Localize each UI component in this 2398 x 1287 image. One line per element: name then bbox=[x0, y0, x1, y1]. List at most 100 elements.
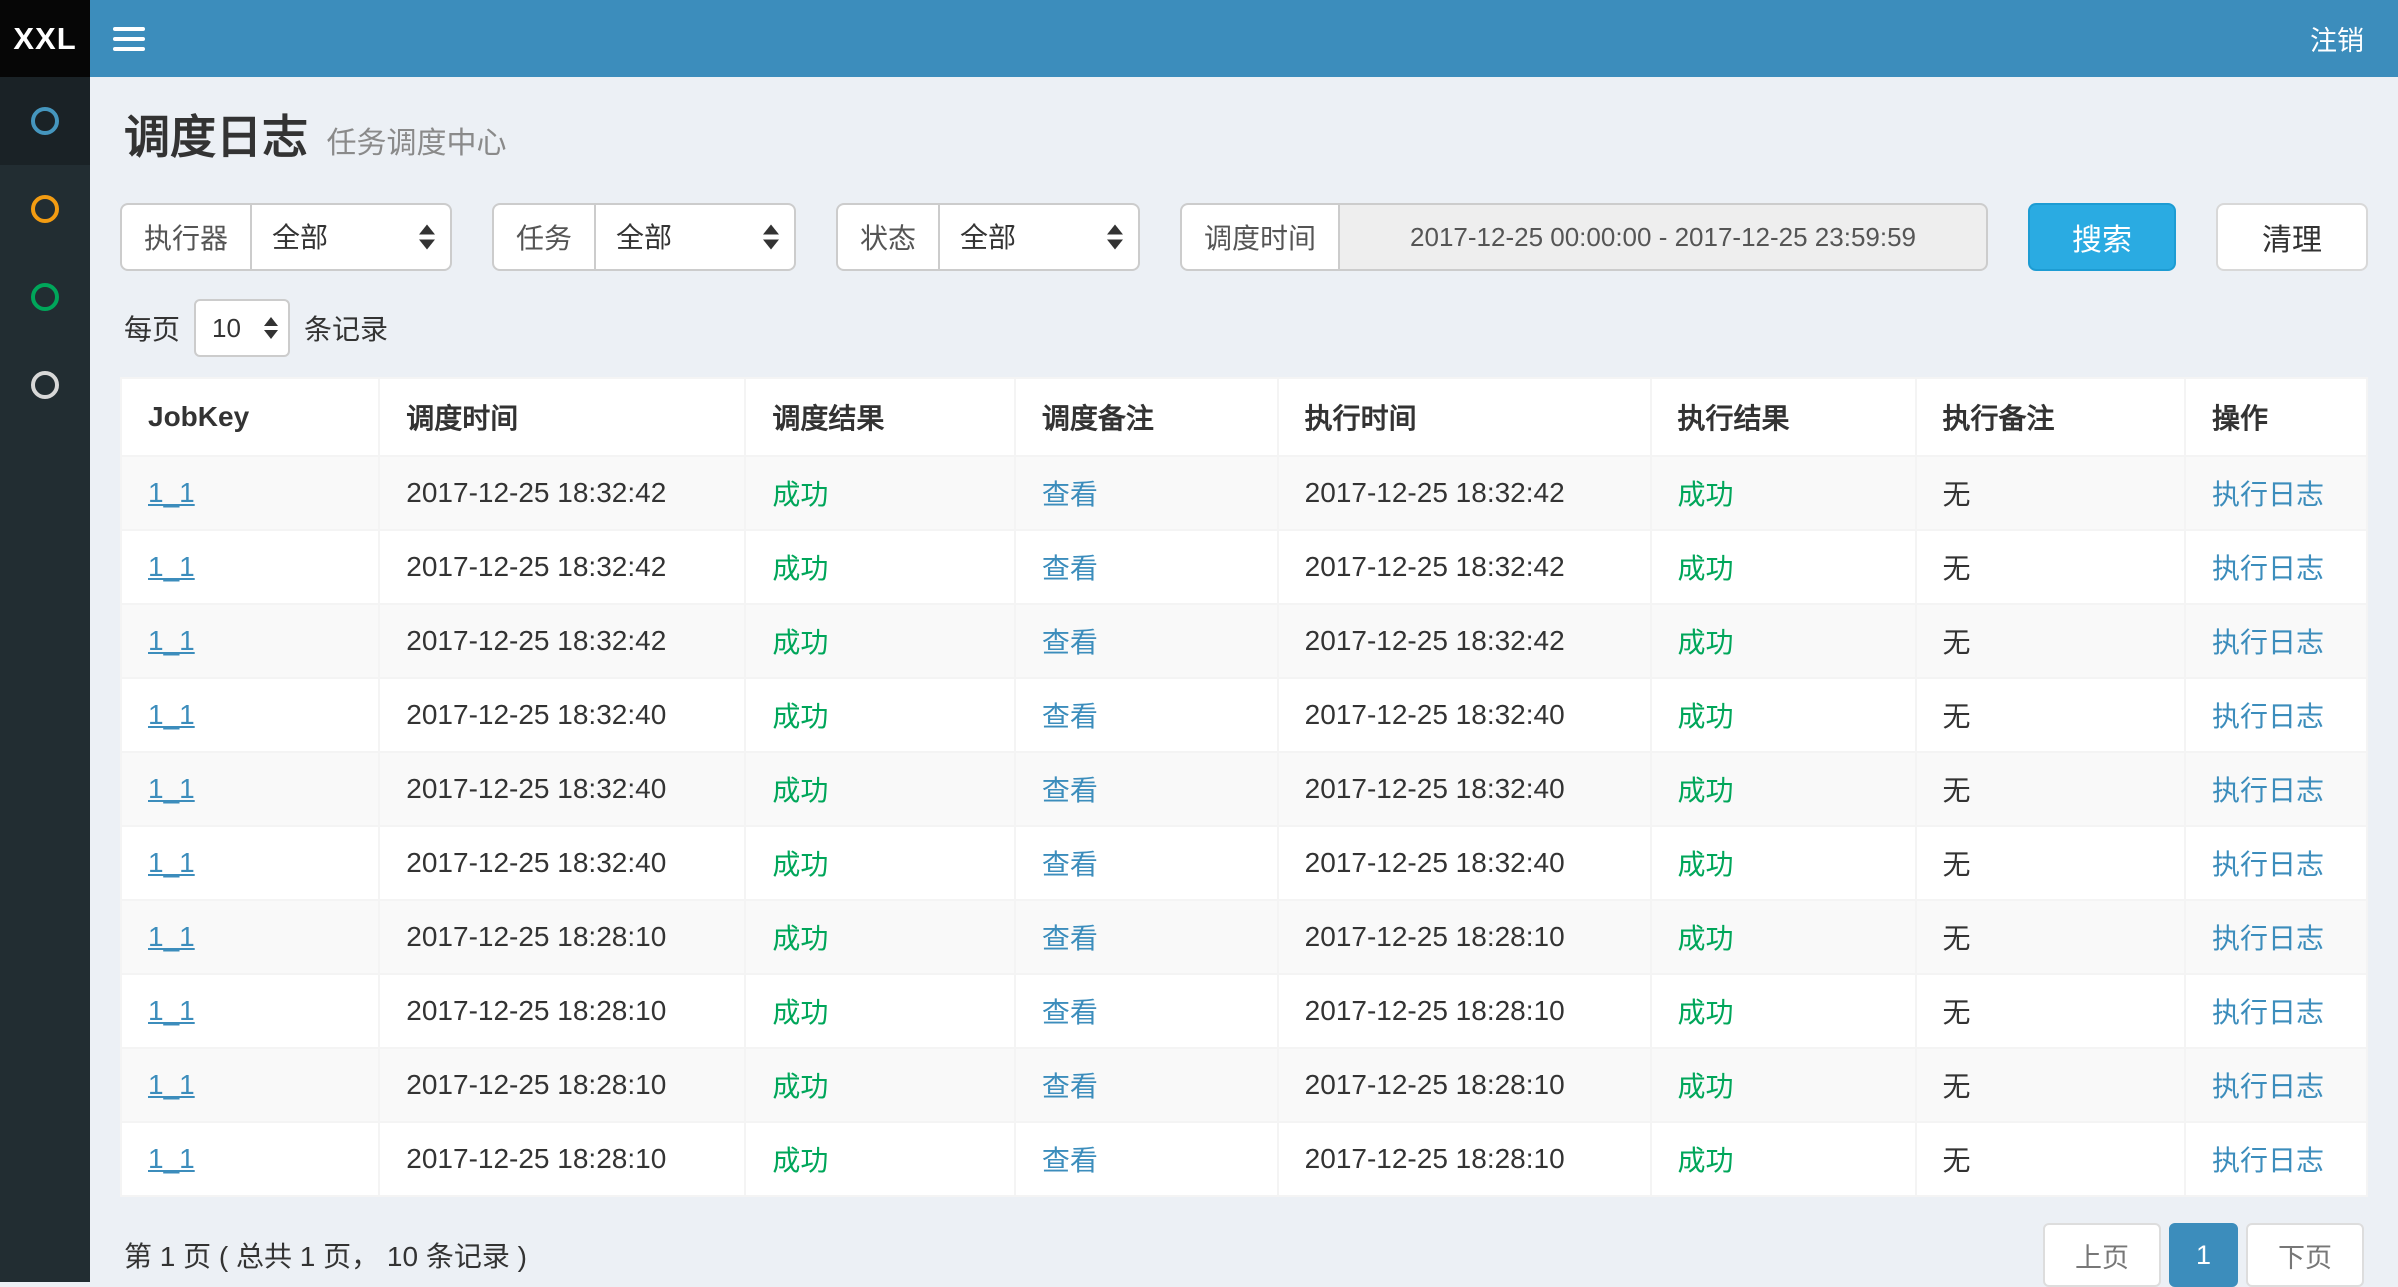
main-content: 调度日志 任务调度中心 执行器 全部 任务 全部 状 bbox=[90, 0, 2398, 1287]
jobkey-link[interactable]: 1_1 bbox=[148, 699, 195, 730]
pagination-prev-button[interactable]: 上页 bbox=[2043, 1223, 2161, 1287]
handle-msg-cell: 无 bbox=[1916, 1048, 2186, 1122]
executor-select[interactable]: 全部 bbox=[252, 205, 450, 269]
execution-log-link[interactable]: 执行日志 bbox=[2212, 1145, 2324, 1176]
trigger-msg-link[interactable]: 查看 bbox=[1042, 923, 1098, 954]
sidebar-item-4[interactable] bbox=[0, 341, 90, 429]
navbar-spacer bbox=[168, 0, 2276, 77]
top-navbar: XXL 注销 bbox=[0, 0, 2398, 77]
handle-result-cell: 成功 bbox=[1651, 752, 1916, 826]
jobkey-link[interactable]: 1_1 bbox=[148, 551, 195, 582]
table-row: 1_1 2017-12-25 18:28:10 成功 查看 2017-12-25… bbox=[121, 900, 2367, 974]
page-size-suffix-label: 条记录 bbox=[304, 308, 388, 348]
trigger-time-cell: 2017-12-25 18:28:10 bbox=[379, 974, 745, 1048]
page-size-select[interactable]: 10 bbox=[196, 301, 288, 355]
sidebar-item-2[interactable] bbox=[0, 165, 90, 253]
column-header-handle-result: 执行结果 bbox=[1651, 378, 1916, 456]
execution-log-link[interactable]: 执行日志 bbox=[2212, 701, 2324, 732]
jobkey-link[interactable]: 1_1 bbox=[148, 625, 195, 656]
page-title: 调度日志 bbox=[124, 111, 308, 163]
log-table-body: 1_1 2017-12-25 18:32:42 成功 查看 2017-12-25… bbox=[121, 456, 2367, 1196]
handle-msg-cell: 无 bbox=[1916, 1122, 2186, 1196]
handle-msg-cell: 无 bbox=[1916, 678, 2186, 752]
trigger-msg-link[interactable]: 查看 bbox=[1042, 479, 1098, 510]
table-row: 1_1 2017-12-25 18:28:10 成功 查看 2017-12-25… bbox=[121, 1122, 2367, 1196]
jobkey-link[interactable]: 1_1 bbox=[148, 921, 195, 952]
jobkey-link[interactable]: 1_1 bbox=[148, 477, 195, 508]
trigger-msg-link[interactable]: 查看 bbox=[1042, 775, 1098, 806]
trigger-msg-link[interactable]: 查看 bbox=[1042, 553, 1098, 584]
trigger-time-cell: 2017-12-25 18:32:40 bbox=[379, 752, 745, 826]
handle-msg-cell: 无 bbox=[1916, 900, 2186, 974]
handle-result-cell: 成功 bbox=[1651, 530, 1916, 604]
table-row: 1_1 2017-12-25 18:28:10 成功 查看 2017-12-25… bbox=[121, 1048, 2367, 1122]
table-row: 1_1 2017-12-25 18:32:40 成功 查看 2017-12-25… bbox=[121, 752, 2367, 826]
job-select[interactable]: 全部 bbox=[596, 205, 794, 269]
column-header-trigger-result: 调度结果 bbox=[745, 378, 1015, 456]
execution-log-link[interactable]: 执行日志 bbox=[2212, 923, 2324, 954]
handle-msg-cell: 无 bbox=[1916, 530, 2186, 604]
date-range-input[interactable] bbox=[1340, 203, 1988, 271]
execution-log-link[interactable]: 执行日志 bbox=[2212, 553, 2324, 584]
execution-log-link[interactable]: 执行日志 bbox=[2212, 479, 2324, 510]
handle-msg-cell: 无 bbox=[1916, 604, 2186, 678]
table-footer: 第 1 页 ( 总共 1 页， 10 条记录 ) 上页 1 下页 bbox=[124, 1223, 2364, 1287]
executor-filter-group: 执行器 全部 bbox=[120, 203, 452, 271]
trigger-msg-link[interactable]: 查看 bbox=[1042, 997, 1098, 1028]
pagination-next-button[interactable]: 下页 bbox=[2246, 1223, 2364, 1287]
trigger-msg-link[interactable]: 查看 bbox=[1042, 849, 1098, 880]
search-button[interactable]: 搜索 bbox=[2028, 203, 2176, 271]
circle-icon bbox=[31, 371, 59, 399]
trigger-msg-link[interactable]: 查看 bbox=[1042, 701, 1098, 732]
column-header-trigger-time: 调度时间 bbox=[379, 378, 745, 456]
jobkey-link[interactable]: 1_1 bbox=[148, 995, 195, 1026]
circle-icon bbox=[31, 107, 59, 135]
handle-msg-cell: 无 bbox=[1916, 752, 2186, 826]
handle-time-cell: 2017-12-25 18:28:10 bbox=[1278, 900, 1651, 974]
executor-select-wrapper: 全部 bbox=[252, 203, 452, 271]
execution-log-link[interactable]: 执行日志 bbox=[2212, 775, 2324, 806]
trigger-result-cell: 成功 bbox=[745, 752, 1015, 826]
execution-log-link[interactable]: 执行日志 bbox=[2212, 849, 2324, 880]
trigger-time-filter-label: 调度时间 bbox=[1180, 203, 1340, 271]
table-row: 1_1 2017-12-25 18:32:40 成功 查看 2017-12-25… bbox=[121, 678, 2367, 752]
handle-result-cell: 成功 bbox=[1651, 974, 1916, 1048]
trigger-result-cell: 成功 bbox=[745, 826, 1015, 900]
status-select[interactable]: 全部 bbox=[940, 205, 1138, 269]
jobkey-link[interactable]: 1_1 bbox=[148, 847, 195, 878]
pagination-page-1-button[interactable]: 1 bbox=[2169, 1223, 2238, 1287]
trigger-msg-link[interactable]: 查看 bbox=[1042, 1071, 1098, 1102]
clear-button[interactable]: 清理 bbox=[2216, 203, 2368, 271]
app-logo[interactable]: XXL bbox=[0, 0, 90, 77]
trigger-msg-link[interactable]: 查看 bbox=[1042, 627, 1098, 658]
table-header-row: JobKey 调度时间 调度结果 调度备注 执行时间 执行结果 执行备注 操作 bbox=[121, 378, 2367, 456]
sidebar-item-1[interactable] bbox=[0, 77, 90, 165]
trigger-result-cell: 成功 bbox=[745, 1048, 1015, 1122]
job-filter-group: 任务 全部 bbox=[492, 203, 796, 271]
column-header-jobkey: JobKey bbox=[121, 378, 379, 456]
handle-result-cell: 成功 bbox=[1651, 826, 1916, 900]
hamburger-icon bbox=[113, 27, 145, 31]
trigger-result-cell: 成功 bbox=[745, 604, 1015, 678]
execution-log-link[interactable]: 执行日志 bbox=[2212, 997, 2324, 1028]
trigger-msg-link[interactable]: 查看 bbox=[1042, 1145, 1098, 1176]
trigger-time-cell: 2017-12-25 18:32:40 bbox=[379, 826, 745, 900]
handle-time-cell: 2017-12-25 18:28:10 bbox=[1278, 1048, 1651, 1122]
table-row: 1_1 2017-12-25 18:32:42 成功 查看 2017-12-25… bbox=[121, 530, 2367, 604]
logout-link[interactable]: 注销 bbox=[2276, 0, 2398, 77]
trigger-time-cell: 2017-12-25 18:28:10 bbox=[379, 1048, 745, 1122]
jobkey-link[interactable]: 1_1 bbox=[148, 1069, 195, 1100]
handle-time-cell: 2017-12-25 18:32:42 bbox=[1278, 456, 1651, 530]
jobkey-link[interactable]: 1_1 bbox=[148, 1143, 195, 1174]
table-row: 1_1 2017-12-25 18:28:10 成功 查看 2017-12-25… bbox=[121, 974, 2367, 1048]
filter-bar: 执行器 全部 任务 全部 状态 全部 bbox=[120, 203, 2368, 271]
execution-log-link[interactable]: 执行日志 bbox=[2212, 627, 2324, 658]
sidebar-toggle-button[interactable] bbox=[90, 0, 168, 77]
handle-result-cell: 成功 bbox=[1651, 900, 1916, 974]
sidebar-item-3[interactable] bbox=[0, 253, 90, 341]
jobkey-link[interactable]: 1_1 bbox=[148, 773, 195, 804]
execution-log-link[interactable]: 执行日志 bbox=[2212, 1071, 2324, 1102]
handle-time-cell: 2017-12-25 18:32:42 bbox=[1278, 604, 1651, 678]
handle-time-cell: 2017-12-25 18:32:42 bbox=[1278, 530, 1651, 604]
table-row: 1_1 2017-12-25 18:32:42 成功 查看 2017-12-25… bbox=[121, 456, 2367, 530]
